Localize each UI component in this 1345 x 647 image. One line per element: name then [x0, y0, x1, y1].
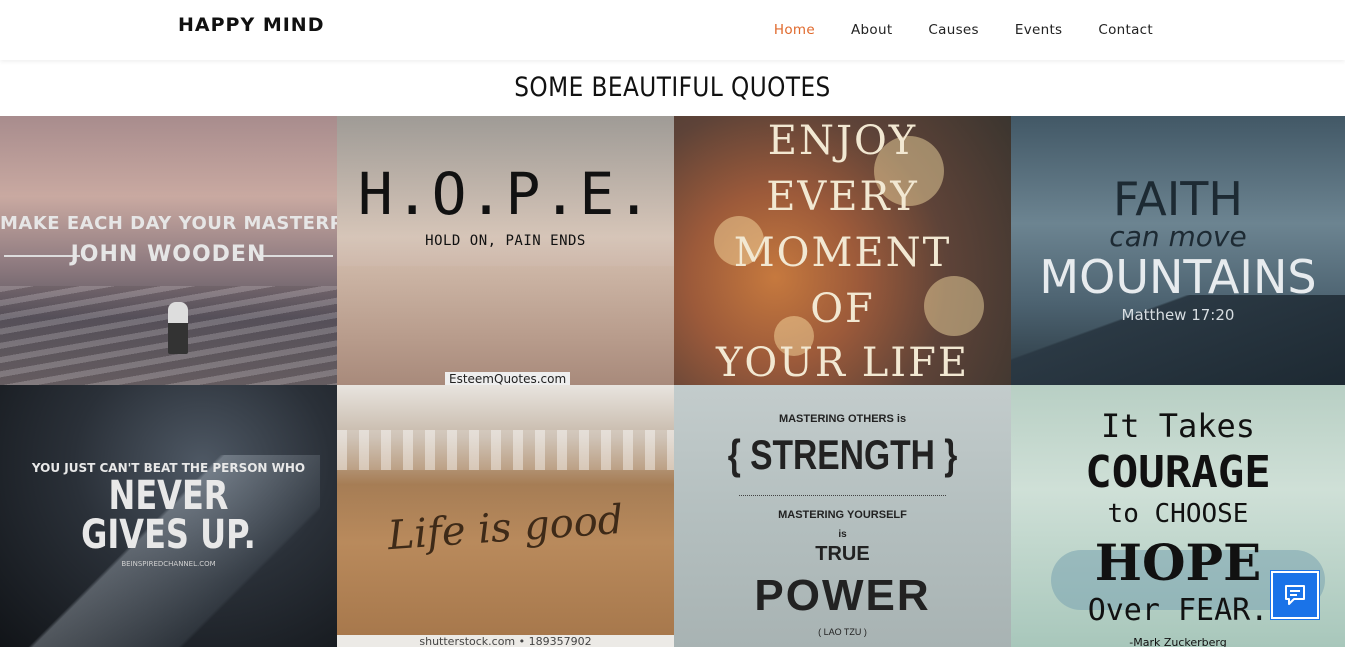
quote-line: can move: [1109, 220, 1247, 253]
image-source-label: shutterstock.com • 189357902: [337, 635, 674, 647]
quote-author: -Mark Zuckerberg: [1129, 636, 1227, 647]
quote-line: POWER: [754, 571, 931, 620]
nav-home[interactable]: Home: [774, 22, 815, 38]
quote-line: GIVES UP.: [81, 512, 256, 558]
quote-reference: Matthew 17:20: [1121, 306, 1235, 324]
quote-image-hope[interactable]: H.O.P.E. HOLD ON, PAIN ENDS EsteemQuotes…: [337, 116, 674, 385]
quote-image-true-power[interactable]: MASTERING OTHERS is { STRENGTH } MASTERI…: [674, 385, 1011, 647]
brand-logo[interactable]: HAPPY MIND: [178, 14, 324, 36]
person-figure: [168, 302, 188, 354]
quote-line: HOLD ON, PAIN ENDS: [425, 233, 586, 249]
quote-line: FAITH: [1113, 172, 1243, 226]
quote-line: H.O.P.E.: [357, 160, 654, 228]
quote-image-never-give-up[interactable]: YOU JUST CAN'T BEAT THE PERSON WHO NEVER…: [0, 385, 337, 647]
quote-line: is: [838, 529, 847, 540]
quote-image-faith[interactable]: FAITH can move MOUNTAINS Matthew 17:20: [1011, 116, 1345, 385]
quote-line: ENJOY: [767, 118, 918, 164]
quote-source: BEINSPIREDCHANNEL.COM: [121, 560, 216, 568]
quote-line: YOUR LIFE: [715, 340, 970, 385]
quote-line: { STRENGTH }: [727, 431, 958, 478]
quote-author: ( LAO TZU ): [818, 627, 867, 637]
quote-line: TRUE: [815, 543, 870, 565]
beach-background: [337, 266, 674, 385]
quote-line: MASTERING OTHERS is: [778, 413, 907, 425]
quote-line: to CHOOSE: [1107, 499, 1249, 529]
navbar: HAPPY MIND Home About Causes Events Cont…: [0, 0, 1345, 60]
nav-causes[interactable]: Causes: [928, 22, 978, 38]
quote-image-masterpiece[interactable]: MAKE EACH DAY YOUR MASTERPIECE JOHN WOOD…: [0, 116, 337, 385]
dotted-divider: [739, 495, 946, 496]
quote-author: JOHN WOODEN: [70, 242, 267, 267]
quote-line: MAKE EACH DAY YOUR MASTERPIECE: [0, 213, 337, 234]
main-nav: Home About Causes Events Contact: [774, 19, 1153, 38]
nav-events[interactable]: Events: [1015, 22, 1063, 38]
quote-line: MASTERING YOURSELF: [778, 509, 907, 521]
quote-line: OF: [810, 286, 875, 332]
quote-line: It Takes: [1100, 407, 1256, 445]
quote-image-enjoy[interactable]: ENJOY EVERY MOMENT OF YOUR LIFE: [674, 116, 1011, 385]
quote-image-life-is-good[interactable]: Life is good shutterstock.com • 18935790…: [337, 385, 674, 647]
chat-icon: [1285, 585, 1305, 605]
image-source-label: EsteemQuotes.com: [445, 372, 571, 385]
chat-button[interactable]: [1270, 570, 1320, 620]
sea-foam: [337, 430, 674, 470]
quote-line: MOMENT: [733, 230, 952, 276]
quote-line: Life is good: [386, 496, 625, 560]
quote-line: COURAGE: [1085, 447, 1271, 498]
quotes-gallery: MAKE EACH DAY YOUR MASTERPIECE JOHN WOOD…: [0, 116, 1345, 647]
nav-about[interactable]: About: [851, 22, 892, 38]
quote-line: EVERY: [766, 174, 919, 220]
section-title: SOME BEAUTIFUL QUOTES: [514, 72, 831, 103]
quote-line: MOUNTAINS: [1039, 250, 1317, 304]
nav-contact[interactable]: Contact: [1098, 22, 1153, 38]
